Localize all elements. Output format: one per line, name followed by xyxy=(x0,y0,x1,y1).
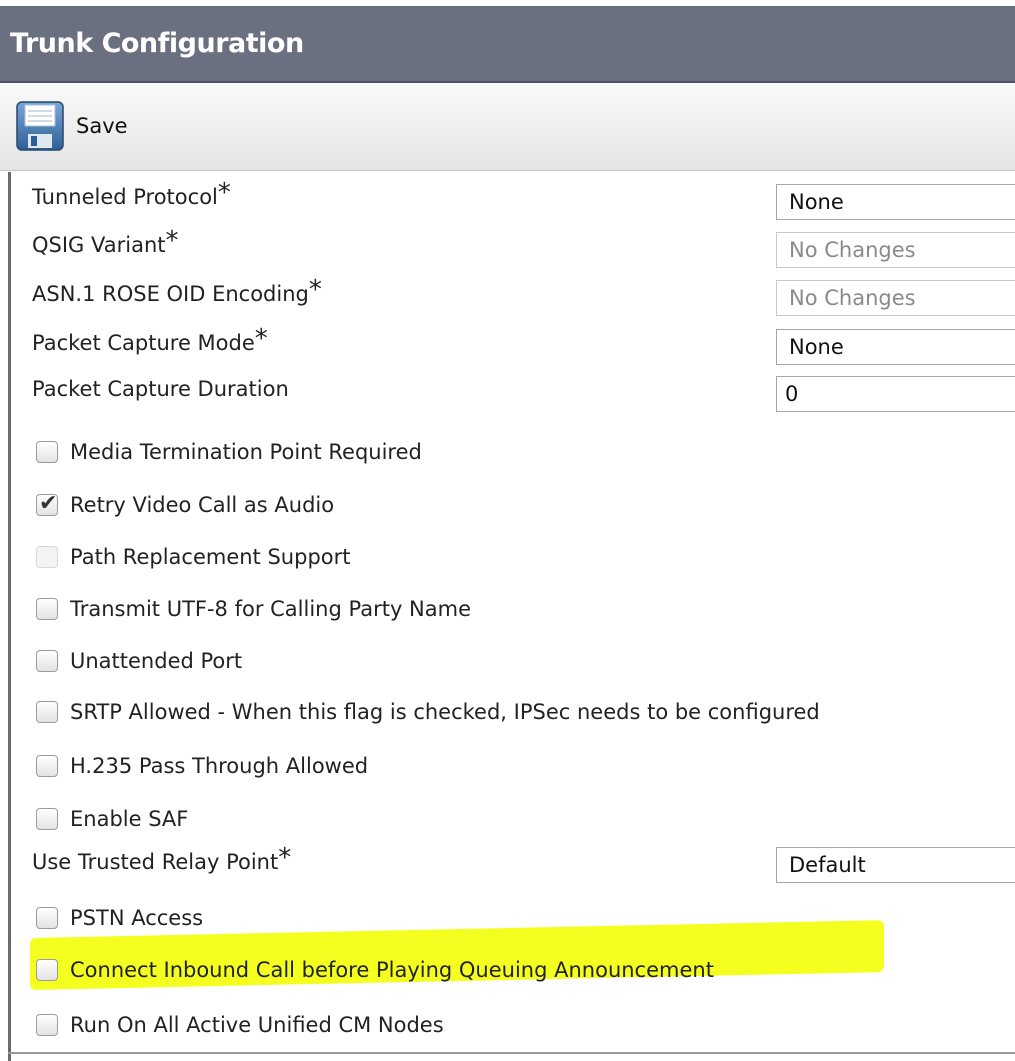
transmit-utf8-row: Transmit UTF-8 for Calling Party Name xyxy=(36,594,471,624)
path-replacement-row: Path Replacement Support xyxy=(36,542,351,572)
required-asterisk: * xyxy=(165,226,179,256)
title-bar: Trunk Configuration xyxy=(0,6,1015,83)
enable-saf-label: Enable SAF xyxy=(70,807,189,831)
page-title: Trunk Configuration xyxy=(10,28,304,59)
toolbar: Save xyxy=(0,83,1015,171)
required-asterisk: * xyxy=(217,178,231,208)
content-bottom-border xyxy=(8,1052,1015,1054)
transmit-utf8-checkbox[interactable] xyxy=(36,598,58,620)
pstn-access-row: PSTN Access xyxy=(36,903,203,933)
qsig-variant-label: QSIG Variant* xyxy=(32,226,179,257)
unattended-port-label: Unattended Port xyxy=(70,649,243,673)
connect-inbound-call-label: Connect Inbound Call before Playing Queu… xyxy=(70,958,714,982)
use-trusted-relay-point-label: Use Trusted Relay Point* xyxy=(32,843,292,874)
floppy-disk-icon xyxy=(16,101,64,151)
connect-inbound-call-checkbox[interactable] xyxy=(36,959,58,981)
checkmark-icon: ✔ xyxy=(39,491,58,516)
enable-saf-checkbox[interactable] xyxy=(36,808,58,830)
srtp-allowed-row: SRTP Allowed - When this flag is checked… xyxy=(36,697,820,727)
required-asterisk: * xyxy=(308,275,322,305)
required-asterisk: * xyxy=(278,843,292,873)
media-termination-point-label: Media Termination Point Required xyxy=(70,440,422,464)
unattended-port-row: Unattended Port xyxy=(36,646,242,676)
tunneled-protocol-select[interactable]: None xyxy=(776,184,1015,220)
retry-video-call-row: ✔ Retry Video Call as Audio xyxy=(36,490,334,520)
asn1-rose-oid-select: No Changes xyxy=(776,280,1015,316)
retry-video-call-label: Retry Video Call as Audio xyxy=(70,493,335,517)
srtp-allowed-checkbox[interactable] xyxy=(36,701,58,723)
media-termination-point-row: Media Termination Point Required xyxy=(36,437,422,467)
run-on-all-nodes-label: Run On All Active Unified CM Nodes xyxy=(70,1013,444,1037)
srtp-allowed-label: SRTP Allowed - When this flag is checked… xyxy=(70,700,820,724)
path-replacement-checkbox xyxy=(36,546,58,568)
packet-capture-duration-input[interactable]: 0 xyxy=(776,376,1015,412)
transmit-utf8-label: Transmit UTF-8 for Calling Party Name xyxy=(70,597,471,621)
packet-capture-duration-label: Packet Capture Duration xyxy=(32,377,289,401)
h235-pass-through-row: H.235 Pass Through Allowed xyxy=(36,751,368,781)
qsig-variant-select: No Changes xyxy=(776,232,1015,268)
content-left-border xyxy=(8,172,11,1061)
unattended-port-checkbox[interactable] xyxy=(36,650,58,672)
tunneled-protocol-label: Tunneled Protocol* xyxy=(32,178,231,209)
use-trusted-relay-point-select[interactable]: Default xyxy=(776,847,1015,883)
h235-pass-through-checkbox[interactable] xyxy=(36,755,58,777)
save-button[interactable]: Save xyxy=(16,101,128,151)
asn1-rose-oid-label: ASN.1 ROSE OID Encoding* xyxy=(32,275,322,306)
run-on-all-nodes-checkbox[interactable] xyxy=(36,1014,58,1036)
enable-saf-row: Enable SAF xyxy=(36,804,188,834)
retry-video-call-checkbox[interactable]: ✔ xyxy=(36,491,58,516)
packet-capture-mode-label: Packet Capture Mode* xyxy=(32,324,268,355)
pstn-access-label: PSTN Access xyxy=(70,906,204,930)
required-asterisk: * xyxy=(254,324,268,354)
connect-inbound-call-row: Connect Inbound Call before Playing Queu… xyxy=(36,955,714,985)
path-replacement-label: Path Replacement Support xyxy=(70,545,351,569)
run-on-all-nodes-row: Run On All Active Unified CM Nodes xyxy=(36,1010,444,1040)
pstn-access-checkbox[interactable] xyxy=(36,907,58,929)
packet-capture-mode-select[interactable]: None xyxy=(776,329,1015,365)
save-label: Save xyxy=(76,114,128,138)
media-termination-point-checkbox[interactable] xyxy=(36,441,58,463)
h235-pass-through-label: H.235 Pass Through Allowed xyxy=(70,754,369,778)
